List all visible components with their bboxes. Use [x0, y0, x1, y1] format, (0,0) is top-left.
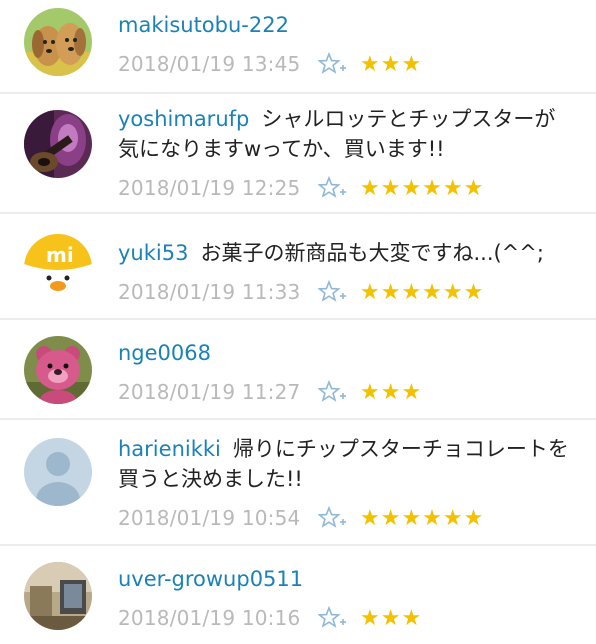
comment-item: makisutobu-222 2018/01/19 13:45 ★★★: [0, 0, 596, 94]
comment-meta: 2018/01/19 10:16 ★★★: [118, 598, 596, 638]
avatar[interactable]: [24, 438, 92, 506]
comment-content: nge0068 2018/01/19 11:27 ★★★: [118, 338, 596, 412]
comment-item: nge0068 2018/01/19 11:27 ★★★: [0, 320, 596, 420]
add-star-icon[interactable]: [318, 176, 348, 200]
avatar[interactable]: [24, 110, 92, 178]
username-link[interactable]: yuki53: [118, 241, 188, 265]
star-rating: ★★★★★★: [360, 279, 485, 305]
star-rating: ★★★: [360, 605, 423, 631]
username-link[interactable]: makisutobu-222: [118, 13, 289, 37]
username-link[interactable]: yoshimarufp: [118, 107, 249, 131]
room-photo-avatar: [24, 562, 92, 630]
star-rating: ★★★: [360, 51, 423, 77]
add-star-icon[interactable]: [318, 52, 348, 76]
add-star-icon[interactable]: [318, 280, 348, 304]
comment-text-line: yuki53 お菓子の新商品も大変ですね...(^^;: [118, 238, 596, 268]
comment-text-line: uver-growup0511: [118, 564, 596, 594]
comment-meta: 2018/01/19 10:54 ★★★★★★: [118, 498, 596, 538]
timestamp: 2018/01/19 10:16: [118, 606, 301, 630]
comment-content: yuki53 お菓子の新商品も大変ですね...(^^; 2018/01/19 11…: [118, 238, 596, 312]
comment-item: yoshimarufp シャルロッテとチップスターが気になりますwってか、買います…: [0, 94, 596, 214]
timestamp: 2018/01/19 11:33: [118, 280, 301, 304]
comment-item: mi yuki53 お菓子の新商品も大変ですね...(^^; 2018/01/19…: [0, 214, 596, 320]
comment-content: uver-growup0511 2018/01/19 10:16 ★★★: [118, 564, 596, 638]
avatar[interactable]: [24, 336, 92, 404]
comment-text: お菓子の新商品も大変ですね...(^^;: [200, 241, 544, 265]
comment-item: harienikki 帰りにチップスターチョコレートを買うと決めました!! 201…: [0, 420, 596, 546]
comment-content: harienikki 帰りにチップスターチョコレートを買うと決めました!! 201…: [118, 434, 596, 538]
add-star-icon[interactable]: [318, 506, 348, 530]
svg-text:mi: mi: [46, 243, 74, 267]
username-link[interactable]: harienikki: [118, 437, 221, 461]
avatar[interactable]: [24, 562, 92, 630]
comment-content: yoshimarufp シャルロッテとチップスターが気になりますwってか、買います…: [118, 104, 596, 208]
default-user-avatar: [24, 438, 92, 506]
dog-photo-avatar: [24, 8, 92, 76]
comment-content: makisutobu-222 2018/01/19 13:45 ★★★: [118, 10, 596, 84]
comment-text-line: harienikki 帰りにチップスターチョコレートを買うと決めました!!: [118, 434, 596, 494]
add-star-icon[interactable]: [318, 380, 348, 404]
comment-meta: 2018/01/19 11:27 ★★★: [118, 372, 596, 412]
star-rating: ★★★: [360, 379, 423, 405]
mi-duck-avatar: mi: [24, 234, 92, 302]
comment-text-line: makisutobu-222: [118, 10, 596, 40]
comment-list: makisutobu-222 2018/01/19 13:45 ★★★ yosh…: [0, 0, 596, 644]
timestamp: 2018/01/19 11:27: [118, 380, 301, 404]
avatar[interactable]: mi: [24, 234, 92, 302]
comment-meta: 2018/01/19 11:33 ★★★★★★: [118, 272, 596, 312]
comment-text-line: yoshimarufp シャルロッテとチップスターが気になりますwってか、買います…: [118, 104, 596, 164]
bear-toy-avatar: [24, 336, 92, 404]
comment-item: uver-growup0511 2018/01/19 10:16 ★★★: [0, 546, 596, 644]
star-rating: ★★★★★★: [360, 505, 485, 531]
guitar-photo-avatar: [24, 110, 92, 178]
username-link[interactable]: uver-growup0511: [118, 567, 303, 591]
avatar[interactable]: [24, 8, 92, 76]
comment-text-line: nge0068: [118, 338, 596, 368]
star-rating: ★★★★★★: [360, 175, 485, 201]
comment-meta: 2018/01/19 13:45 ★★★: [118, 44, 596, 84]
username-link[interactable]: nge0068: [118, 341, 211, 365]
timestamp: 2018/01/19 13:45: [118, 52, 301, 76]
add-star-icon[interactable]: [318, 606, 348, 630]
comment-meta: 2018/01/19 12:25 ★★★★★★: [118, 168, 596, 208]
timestamp: 2018/01/19 10:54: [118, 506, 301, 530]
timestamp: 2018/01/19 12:25: [118, 176, 301, 200]
